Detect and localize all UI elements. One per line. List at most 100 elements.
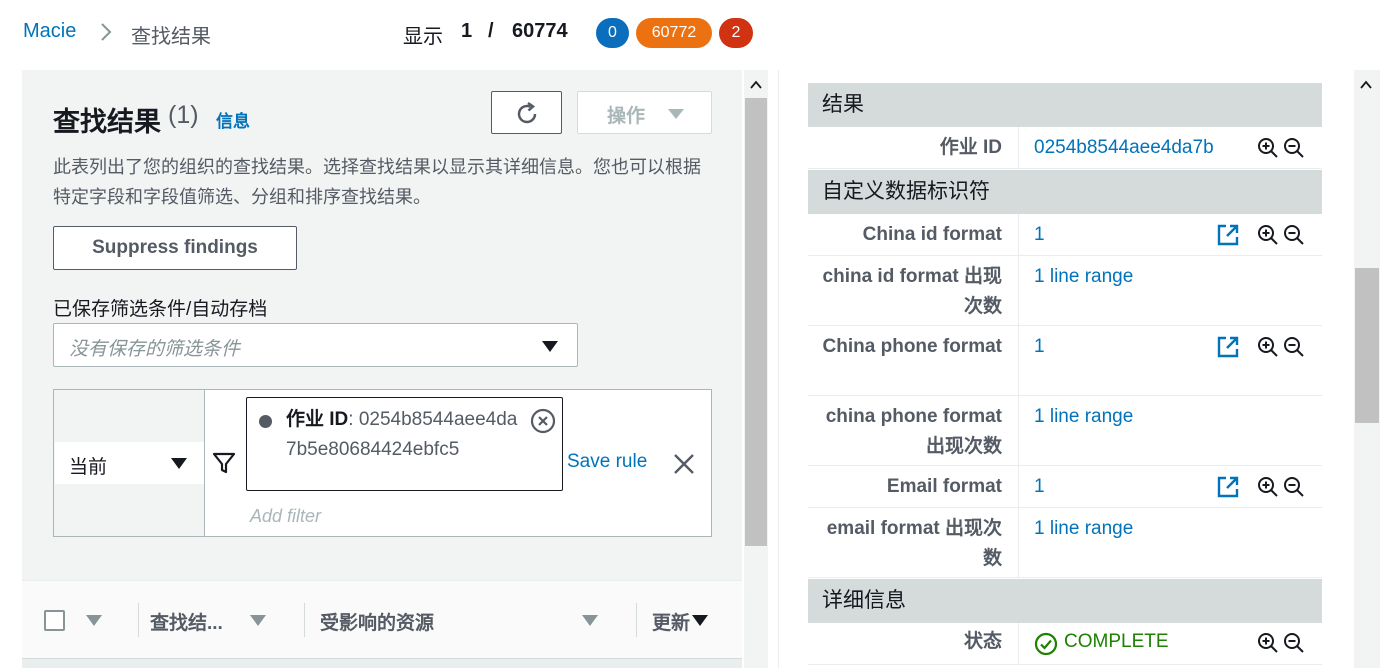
detail-row-job-id: 作业 ID 0254b8544aee4da7b	[808, 127, 1322, 169]
external-link-icon[interactable]	[1216, 475, 1240, 499]
column-header-finding-type[interactable]: 查找结...	[150, 608, 223, 635]
finding-details-panel: 结果 作业 ID 0254b8544aee4da7b 自定义数据标识符 Chin…	[778, 70, 1352, 668]
refresh-icon	[517, 101, 537, 124]
filter-scope-label: 当前	[69, 457, 108, 478]
severity-badge-low: 0	[596, 18, 629, 48]
findings-count: (1)	[168, 101, 199, 129]
select-all-checkbox[interactable]	[44, 610, 65, 631]
column-divider	[636, 603, 637, 637]
breadcrumb-macie-link[interactable]: Macie	[23, 20, 76, 43]
column-header-affected-resource[interactable]: 受影响的资源	[320, 608, 434, 635]
detail-key: china phone format 出现次数	[825, 406, 1002, 457]
clear-filter-icon[interactable]	[672, 452, 696, 476]
save-rule-link[interactable]: Save rule	[567, 451, 647, 473]
findings-table-header: 查找结... 受影响的资源 更新	[22, 580, 742, 668]
section-header-custom-identifiers: 自定义数据标识符	[808, 170, 1322, 214]
zoom-out-icon[interactable]	[1283, 476, 1305, 498]
status-value: COMPLETE	[1064, 631, 1169, 652]
column-divider	[1018, 623, 1019, 664]
top-bar: Macie 查找结果 显示 1 / 60774 0 60772 2	[0, 0, 1380, 66]
zoom-out-icon[interactable]	[1283, 137, 1305, 159]
table-row[interactable]	[22, 658, 742, 668]
saved-filters-select[interactable]: 没有保存的筛选条件	[53, 323, 578, 367]
detail-value-link[interactable]: 1 line range	[1034, 402, 1133, 432]
panel-description: 此表列出了您的组织的查找结果。选择查找结果以显示其详细信息。您也可以根据特定字段…	[53, 157, 701, 207]
scroll-up-icon[interactable]	[750, 80, 762, 90]
token-dot-icon	[259, 415, 272, 428]
chevron-right-icon	[101, 23, 112, 41]
severity-badge-medium: 60772	[636, 18, 712, 48]
external-link-icon[interactable]	[1216, 223, 1240, 247]
sort-desc-icon[interactable]	[692, 615, 708, 626]
zoom-in-icon[interactable]	[1257, 476, 1279, 498]
remove-token-icon[interactable]	[530, 408, 556, 434]
right-scrollbar[interactable]	[1354, 70, 1380, 668]
breadcrumb-current: 查找结果	[131, 26, 211, 48]
zoom-out-icon[interactable]	[1283, 336, 1305, 358]
caret-down-icon[interactable]	[250, 615, 266, 626]
detail-row: email format 出现次数 1 line range	[808, 508, 1322, 578]
column-divider	[1018, 127, 1019, 168]
column-header-updated[interactable]: 更新	[652, 608, 690, 635]
pager-label: 显示	[403, 26, 443, 48]
scroll-up-icon[interactable]	[1360, 80, 1372, 90]
detail-row: china id format 出现次数 1 line range	[808, 256, 1322, 326]
detail-key: email format 出现次数	[826, 518, 1002, 569]
scrollbar-thumb[interactable]	[1355, 268, 1379, 423]
external-link-icon[interactable]	[1216, 335, 1240, 359]
info-link[interactable]: 信息	[216, 107, 250, 132]
detail-value-link[interactable]: 1 line range	[1034, 514, 1133, 544]
column-divider	[304, 603, 305, 637]
findings-panel: 查找结果 (1) 信息 操作 此表列出了您的组织的查找结果。选择查找结果以显示其…	[22, 70, 742, 668]
zoom-out-icon[interactable]	[1283, 632, 1305, 654]
column-divider	[138, 603, 139, 637]
detail-value-link[interactable]: 1	[1034, 472, 1045, 502]
detail-row: china phone format 出现次数 1 line range	[808, 396, 1322, 466]
filter-scope-area: 当前	[54, 390, 205, 536]
detail-row: China id format 1	[808, 214, 1322, 256]
success-check-icon	[1034, 632, 1058, 656]
filter-token: 作业 ID: 0254b8544aee4da7b5e80684424ebfc5	[246, 397, 563, 491]
caret-down-icon	[542, 341, 558, 352]
detail-key: Email format	[886, 476, 1002, 497]
actions-label: 操作	[607, 106, 646, 127]
caret-down-icon[interactable]	[582, 615, 598, 626]
actions-dropdown[interactable]: 操作	[577, 91, 712, 134]
saved-filters-placeholder: 没有保存的筛选条件	[69, 339, 241, 360]
filter-scope-select[interactable]: 当前	[55, 442, 204, 484]
pager-slash: /	[488, 20, 494, 42]
suppress-findings-button[interactable]: Suppress findings	[53, 226, 297, 270]
saved-filters-label: 已保存筛选条件/自动存档	[53, 299, 268, 320]
zoom-in-icon[interactable]	[1257, 632, 1279, 654]
zoom-in-icon[interactable]	[1257, 224, 1279, 246]
caret-down-icon	[171, 458, 187, 469]
detail-key: 状态	[963, 631, 1002, 652]
refresh-button[interactable]	[491, 91, 562, 134]
detail-value-link[interactable]: 1	[1034, 332, 1045, 362]
filter-token-key: 作业 ID	[286, 409, 349, 430]
detail-value-link[interactable]: 1 line range	[1034, 262, 1133, 292]
detail-row: China phone format 1	[808, 326, 1322, 396]
detail-key: china id format 出现次数	[822, 266, 1002, 317]
add-filter-input[interactable]: Add filter	[250, 506, 321, 527]
caret-down-icon[interactable]	[86, 615, 102, 626]
scrollbar-thumb[interactable]	[745, 98, 767, 546]
job-id-link[interactable]: 0254b8544aee4da7b	[1034, 133, 1214, 163]
detail-key: 作业 ID	[939, 137, 1002, 158]
zoom-in-icon[interactable]	[1257, 137, 1279, 159]
detail-row: Email format 1	[808, 466, 1322, 508]
section-header-result: 结果	[808, 83, 1322, 127]
column-divider	[1018, 508, 1019, 577]
column-divider	[1018, 214, 1019, 255]
filter-funnel-icon	[212, 452, 236, 474]
caret-down-icon	[668, 109, 684, 119]
detail-value-link[interactable]: 1	[1034, 220, 1045, 250]
filter-bar: 当前 作业 ID: 0254b8544aee4da7b5e80684424ebf…	[53, 389, 712, 537]
page-title: 查找结果	[53, 107, 161, 137]
column-divider	[1018, 466, 1019, 507]
left-scrollbar[interactable]	[744, 70, 768, 668]
zoom-out-icon[interactable]	[1283, 224, 1305, 246]
pager-total: 60774	[512, 20, 568, 42]
zoom-in-icon[interactable]	[1257, 336, 1279, 358]
pager-current: 1	[461, 20, 473, 42]
